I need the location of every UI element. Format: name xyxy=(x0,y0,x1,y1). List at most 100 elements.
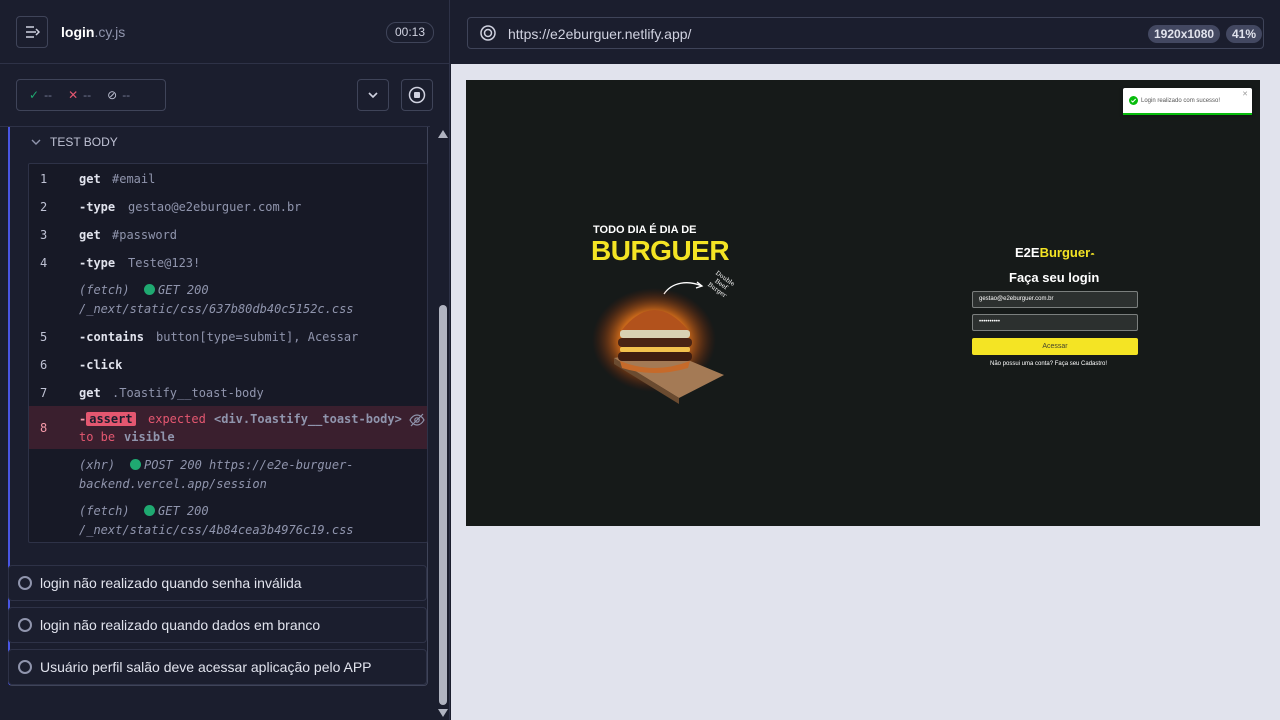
selector-playground-icon[interactable] xyxy=(480,25,496,41)
pending-circle-icon xyxy=(18,618,32,632)
command-name: -contains xyxy=(79,330,145,344)
burger-icon: ◓ xyxy=(1090,250,1095,259)
assert-badge: assert xyxy=(86,412,136,426)
test-body-toggle[interactable]: TEST BODY xyxy=(30,135,118,149)
failed-stat: ✕ -- xyxy=(68,88,92,102)
url-bar[interactable]: https://e2eburguer.netlify.app/ 1920x108… xyxy=(467,17,1264,49)
command-message: button[type=submit], Acessar xyxy=(156,330,359,344)
burger-image xyxy=(592,288,724,404)
test-title: Usuário perfil salão deve acessar aplica… xyxy=(40,659,372,675)
request-status: GET 200 xyxy=(144,283,209,297)
command-message: /_next/static/css/637b80db40c5152c.css xyxy=(79,302,354,316)
command-message: /_next/static/css/4b84cea3b4976c19.css xyxy=(79,523,354,537)
passed-stat: ✓ -- xyxy=(29,88,53,102)
close-icon[interactable]: ✕ xyxy=(1242,90,1248,98)
command-number: 8 xyxy=(40,421,48,435)
viewport-size-badge[interactable]: 1920x1080 xyxy=(1148,25,1221,43)
app-iframe: Login realizado com sucesso! ✕ TODO DIA … xyxy=(466,80,1260,526)
chevron-down-icon xyxy=(368,92,378,99)
reporter-header: login.cy.js 00:13 xyxy=(0,0,449,64)
runnables-list: TEST BODY 1 get #email 2 -type gestao@e2… xyxy=(0,127,436,720)
password-field[interactable]: •••••••••• xyxy=(972,314,1138,331)
login-button[interactable]: Acessar xyxy=(972,338,1138,355)
request-status: GET 200 xyxy=(144,504,209,518)
stop-icon xyxy=(408,86,426,104)
test-title: login não realizado quando senha inválid… xyxy=(40,575,302,591)
assert-element: <div.Toastify__toast-body> xyxy=(214,412,402,426)
signup-link[interactable]: Não possui uma conta? Faça seu Cadastro! xyxy=(990,361,1107,367)
toggle-specs-button[interactable] xyxy=(16,16,48,48)
url-text: https://e2eburguer.netlify.app/ xyxy=(508,26,692,42)
expand-sidebar-icon xyxy=(26,26,40,38)
zoom-badge[interactable]: 41% xyxy=(1226,25,1263,43)
aut-header: https://e2eburguer.netlify.app/ 1920x108… xyxy=(451,0,1280,64)
command-message: gestao@e2eburguer.com.br xyxy=(128,200,302,214)
assert-visible: visible xyxy=(124,430,175,444)
success-check-icon xyxy=(1129,96,1138,105)
scroll-up-icon[interactable] xyxy=(438,130,448,138)
status-dot-icon xyxy=(130,459,141,470)
chevron-down-icon xyxy=(31,139,41,145)
pending-icon: ⊘ xyxy=(107,88,118,102)
command-name: (xhr) xyxy=(79,458,116,472)
assert-expected: expected xyxy=(148,412,206,426)
test-item[interactable]: login não realizado quando dados em bran… xyxy=(8,607,427,643)
test-body-label: TEST BODY xyxy=(50,135,118,149)
toast-notification[interactable]: Login realizado com sucesso! ✕ xyxy=(1123,88,1252,115)
command-message: #password xyxy=(112,228,178,242)
command-row-xhr[interactable]: (xhr) POST 200 https://e2e-burguer- back… xyxy=(29,456,427,494)
stop-button[interactable] xyxy=(401,79,433,111)
login-title: Faça seu login xyxy=(1009,270,1100,285)
command-name: get xyxy=(79,386,101,400)
command-row[interactable]: 6 -click xyxy=(29,356,427,374)
test-title: login não realizado quando dados em bran… xyxy=(40,617,321,633)
command-number: 7 xyxy=(40,386,48,400)
toast-progress xyxy=(1123,113,1252,115)
command-row[interactable]: 4 -type Teste@123! xyxy=(29,254,427,272)
command-name: get xyxy=(79,228,101,242)
command-row[interactable]: 3 get #password xyxy=(29,226,427,244)
command-row-failed[interactable]: 8 - assert expected <div.Toastify__toast-… xyxy=(29,406,427,449)
pending-circle-icon xyxy=(18,576,32,590)
test-item[interactable]: Usuário perfil salão deve acessar aplica… xyxy=(8,649,427,685)
run-timer: 00:13 xyxy=(386,22,435,43)
command-message: .Toastify__toast-body xyxy=(112,386,264,400)
command-name: -type xyxy=(79,200,116,214)
command-message: #email xyxy=(112,172,156,186)
command-row[interactable]: 5 -contains button[type=submit], Acessar xyxy=(29,328,427,346)
command-name: (fetch) xyxy=(79,504,130,518)
command-message: Teste@123! xyxy=(128,256,201,270)
command-name: get xyxy=(79,172,101,186)
email-field[interactable]: gestao@e2eburguer.com.br xyxy=(972,291,1138,308)
command-number: 6 xyxy=(40,358,48,372)
command-number: 1 xyxy=(40,172,48,186)
check-icon: ✓ xyxy=(29,88,40,102)
test-item[interactable]: login não realizado quando senha inválid… xyxy=(8,565,427,601)
testing-preferences-button[interactable] xyxy=(357,79,389,111)
pending-stat: ⊘ -- xyxy=(107,88,131,102)
eye-slash-icon[interactable] xyxy=(409,413,425,427)
toast-message: Login realizado com sucesso! xyxy=(1141,98,1221,104)
status-dot-icon xyxy=(144,505,155,516)
assert-to-be: to be xyxy=(79,430,116,444)
command-row[interactable]: 1 get #email xyxy=(29,170,427,188)
command-number: 3 xyxy=(40,228,48,242)
command-name: (fetch) xyxy=(79,283,130,297)
aut-viewport: Login realizado com sucesso! ✕ TODO DIA … xyxy=(451,64,1280,720)
command-row-fetch[interactable]: (fetch) GET 200 /_next/static/css/4b84ce… xyxy=(29,502,427,540)
command-log: 1 get #email 2 -type gestao@e2eburguer.c… xyxy=(28,163,428,543)
test-stats: ✓ -- ✕ -- ⊘ -- xyxy=(16,79,166,111)
scrollbar-thumb[interactable] xyxy=(439,305,447,705)
status-dot-icon xyxy=(144,284,155,295)
command-row-fetch[interactable]: (fetch) GET 200 /_next/static/css/637b80… xyxy=(29,281,427,319)
command-row[interactable]: 7 get .Toastify__toast-body xyxy=(29,384,427,402)
scroll-down-icon[interactable] xyxy=(438,709,448,717)
spec-filename: login.cy.js xyxy=(61,24,126,40)
command-message: backend.vercel.app/session xyxy=(79,477,267,491)
command-name: -click xyxy=(79,358,123,372)
reporter-scrollbar[interactable] xyxy=(436,127,449,720)
command-row[interactable]: 2 -type gestao@e2eburguer.com.br xyxy=(29,198,427,216)
command-number: 2 xyxy=(40,200,48,214)
reporter-panel: login.cy.js 00:13 ✓ -- ✕ -- ⊘ -- TEST BODY … xyxy=(0,0,450,720)
pending-circle-icon xyxy=(18,660,32,674)
